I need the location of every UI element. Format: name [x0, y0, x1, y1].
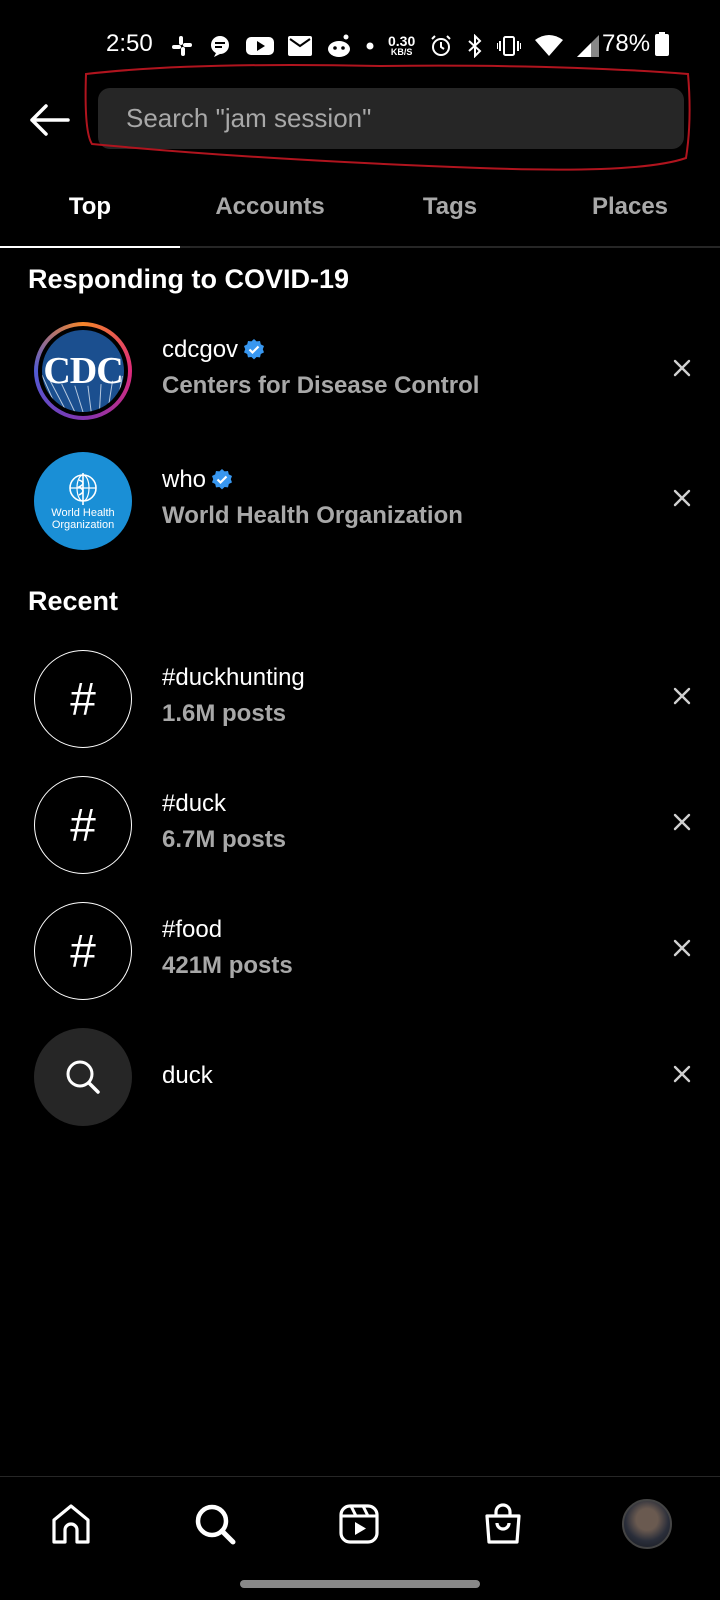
verified-badge-icon	[244, 339, 265, 360]
remove-close-icon[interactable]	[672, 488, 692, 508]
recent-post-count: 6.7M posts	[162, 826, 287, 853]
remove-close-icon[interactable]	[672, 812, 692, 832]
youtube-icon	[246, 37, 274, 55]
bottom-navigation	[0, 1476, 720, 1569]
recent-title: #food	[162, 916, 223, 943]
tab-places[interactable]: Places	[540, 180, 720, 246]
dot-icon	[366, 42, 374, 50]
reddit-icon	[328, 34, 350, 57]
search-icon	[66, 1060, 100, 1094]
profile-avatar	[622, 1499, 672, 1549]
tab-tags[interactable]: Tags	[360, 180, 540, 246]
battery-icon	[655, 32, 669, 56]
recent-row-hashtag[interactable]: # #duckhunting 1.6M posts	[0, 650, 720, 760]
who-logo-text: World Health Organization	[51, 507, 115, 531]
account-username: cdcgov	[162, 336, 266, 364]
nav-profile[interactable]	[622, 1499, 672, 1549]
hashtag-icon: #	[34, 776, 132, 874]
nav-search[interactable]	[190, 1499, 240, 1549]
vibrate-icon	[497, 36, 522, 56]
bluetooth-icon	[468, 34, 482, 58]
search-field-container[interactable]	[98, 88, 684, 149]
net-speed-unit: KB/S	[390, 46, 413, 57]
wifi-icon	[535, 35, 564, 56]
cdc-avatar: CDC	[34, 322, 132, 420]
reels-icon	[339, 1504, 379, 1544]
net-speed: 0.30 KB/S	[388, 34, 415, 57]
account-row-cdcgov[interactable]: CDC cdcgov Centers for Disease Control	[0, 322, 720, 432]
home-indicator[interactable]	[240, 1580, 480, 1588]
tab-bar: Top Accounts Tags Places	[0, 180, 720, 248]
recent-title: #duck	[162, 790, 227, 817]
recent-row-hashtag[interactable]: # #food 421M posts	[0, 902, 720, 1012]
account-fullname: Centers for Disease Control	[162, 372, 480, 399]
account-row-who[interactable]: World Health Organization who World Heal…	[0, 452, 720, 562]
search-history-avatar	[34, 1028, 132, 1126]
back-arrow-icon[interactable]	[28, 102, 72, 138]
recent-post-count: 421M posts	[162, 952, 293, 979]
messages-icon	[211, 36, 229, 57]
hashtag-icon: #	[34, 902, 132, 1000]
verified-badge-icon	[212, 469, 233, 490]
nav-home[interactable]	[46, 1499, 96, 1549]
who-emblem-icon	[69, 473, 97, 505]
recent-row-hashtag[interactable]: # #duck 6.7M posts	[0, 776, 720, 886]
recent-title: #duckhunting	[162, 664, 305, 691]
nav-shop[interactable]	[478, 1499, 528, 1549]
remove-close-icon[interactable]	[672, 938, 692, 958]
section-title-recent: Recent	[28, 586, 119, 616]
tab-accounts[interactable]: Accounts	[180, 180, 360, 246]
hashtag-icon: #	[34, 650, 132, 748]
account-username-text: cdcgov	[162, 336, 239, 363]
search-input[interactable]	[124, 102, 658, 135]
status-time: 2:50	[106, 30, 153, 57]
account-username: who	[162, 466, 234, 494]
home-icon	[52, 1504, 90, 1544]
slack-icon	[172, 36, 192, 56]
section-title-covid: Responding to COVID-19	[28, 264, 350, 294]
tab-top[interactable]: Top	[0, 180, 180, 248]
nav-reels[interactable]	[334, 1499, 384, 1549]
search-header	[0, 88, 720, 152]
mail-icon	[288, 36, 312, 56]
who-avatar: World Health Organization	[34, 452, 132, 550]
status-icons: 0.30 KB/S	[170, 30, 600, 62]
battery-percent: 78%	[602, 30, 651, 57]
account-username-text: who	[162, 466, 207, 493]
remove-close-icon[interactable]	[672, 1064, 692, 1084]
recent-search-term: duck	[162, 1062, 213, 1089]
net-speed-value: 0.30	[388, 32, 416, 49]
search-icon	[195, 1504, 236, 1545]
recent-row-search[interactable]: duck	[0, 1028, 720, 1138]
remove-close-icon[interactable]	[672, 686, 692, 706]
alarm-icon	[431, 35, 451, 56]
cdc-logo-text: CDC	[43, 350, 123, 392]
account-fullname: World Health Organization	[162, 502, 463, 529]
recent-post-count: 1.6M posts	[162, 700, 287, 727]
status-bar: 2:50 0.30 KB/S 78%	[0, 0, 720, 90]
remove-close-icon[interactable]	[672, 358, 692, 378]
shop-icon	[485, 1503, 521, 1544]
signal-icon	[577, 35, 600, 57]
